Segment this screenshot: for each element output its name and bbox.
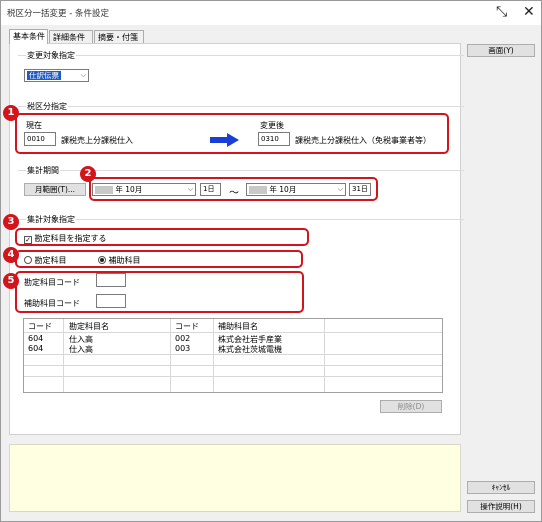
selection-grid[interactable]: コード 勘定科目名 コード 補助科目名 604 仕入高 002 株式会社岩手産業…: [23, 318, 443, 393]
cell-code: 604: [28, 344, 44, 353]
col-header-account: 勘定科目名: [69, 322, 109, 331]
help-button[interactable]: 操作説明(H): [467, 500, 535, 513]
delete-button[interactable]: 削除(D): [380, 400, 442, 413]
target-section-label: 変更対象指定: [26, 50, 76, 61]
col-header-sub: 補助科目名: [218, 322, 258, 331]
message-area: [9, 444, 461, 512]
aggregate-section-label: 集計対象指定: [26, 214, 76, 225]
dialog-window: 税区分一括変更 - 条件設定 ⤡ ✕ 基本条件 詳細条件 摘要・付箋 変更対象指…: [0, 0, 542, 522]
period-section-label: 集計期間: [26, 165, 60, 176]
target-divider: [18, 55, 464, 56]
aggregate-divider: [18, 219, 464, 220]
highlight-box-1: [15, 113, 449, 154]
cell-sub: 株式会社茨城電機: [218, 345, 282, 354]
close-icon[interactable]: ✕: [523, 3, 535, 21]
highlight-box-5: [15, 271, 304, 313]
resize-icon[interactable]: ⤡: [496, 3, 507, 21]
chevron-down-icon: ⌵: [80, 71, 86, 79]
screen-button[interactable]: 画面(Y): [467, 44, 535, 57]
highlight-box-2: [89, 177, 378, 201]
highlight-box-4: [15, 250, 303, 268]
tax-divider: [18, 106, 464, 107]
window-title: 税区分一括変更 - 条件設定: [7, 9, 109, 19]
cell-code: 604: [28, 334, 44, 343]
tab-basic[interactable]: 基本条件: [9, 29, 48, 44]
title-bar: 税区分一括変更 - 条件設定 ⤡ ✕: [1, 1, 541, 25]
marker-1: 1: [3, 105, 19, 121]
marker-3: 3: [3, 214, 19, 230]
highlight-box-3: [15, 228, 309, 246]
cell-subcode: 002: [175, 334, 191, 343]
marker-4: 4: [3, 247, 19, 263]
col-header-subcode: コード: [175, 322, 199, 331]
cell-account: 仕入高: [69, 345, 93, 354]
tab-memo[interactable]: 摘要・付箋: [94, 30, 144, 44]
month-range-button[interactable]: 月範囲(T)...: [24, 183, 86, 196]
tax-section-label: 税区分指定: [26, 101, 68, 112]
col-header-code: コード: [28, 322, 52, 331]
marker-2: 2: [80, 166, 96, 182]
marker-5: 5: [3, 273, 19, 289]
cancel-button[interactable]: ｷｬﾝｾﾙ: [467, 481, 535, 494]
tab-detail[interactable]: 詳細条件: [49, 30, 93, 44]
target-combo-value: 仕訳伝票: [27, 71, 61, 80]
target-combo[interactable]: 仕訳伝票 ⌵: [24, 69, 89, 82]
cell-subcode: 003: [175, 344, 191, 353]
